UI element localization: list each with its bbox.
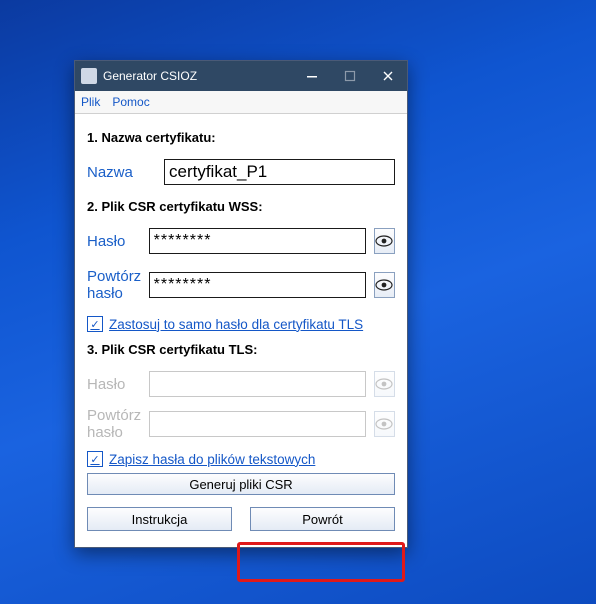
section1-heading: 1. Nazwa certyfikatu: [87,130,395,145]
menu-help[interactable]: Pomoc [112,95,149,109]
tls-password-reveal [374,371,395,397]
checkbox-save-passwords-label: Zapisz hasła do plików tekstowych [109,452,315,467]
form-body: 1. Nazwa certyfikatu: Nazwa 2. Plik CSR … [75,114,407,547]
checkmark-icon: ✓ [87,451,103,467]
highlight-back-button [237,542,405,582]
checkmark-icon: ✓ [87,316,103,332]
generate-csr-button[interactable]: Generuj pliki CSR [87,473,395,495]
wss-password-reveal[interactable] [374,228,395,254]
maximize-button[interactable] [331,61,369,91]
name-input[interactable] [164,159,395,185]
eye-icon [375,378,393,390]
section3-heading: 3. Plik CSR certyfikatu TLS: [87,342,395,357]
back-button[interactable]: Powrót [250,507,395,531]
eye-icon [375,235,393,247]
menu-bar: Plik Pomoc [75,91,407,114]
row-wss-repeat: Powtórz hasło [87,268,395,302]
wss-repeat-input[interactable] [149,272,366,298]
close-icon [382,70,394,82]
menu-file[interactable]: Plik [81,95,100,109]
checkbox-same-tls-label: Zastosuj to samo hasło dla certyfikatu T… [109,317,363,332]
checkbox-save-passwords[interactable]: ✓ Zapisz hasła do plików tekstowych [87,451,395,467]
label-tls-repeat: Powtórz hasło [87,407,149,441]
app-icon [81,68,97,84]
row-tls-password: Hasło [87,371,395,397]
generate-csr-label: Generuj pliki CSR [189,477,292,492]
wss-repeat-reveal[interactable] [374,272,395,298]
app-window: Generator CSIOZ Plik Pomoc 1. Nazwa cert… [74,60,408,548]
row-wss-password: Hasło [87,228,395,254]
wss-password-input[interactable] [149,228,366,254]
window-title: Generator CSIOZ [103,69,293,83]
eye-icon [375,279,393,291]
instruction-label: Instrukcja [132,512,188,527]
footer-buttons: Instrukcja Powrót [87,507,395,531]
tls-repeat-reveal [374,411,395,437]
tls-repeat-input [149,411,366,437]
label-wss-password: Hasło [87,233,149,250]
label-wss-repeat: Powtórz hasło [87,268,149,302]
row-name: Nazwa [87,159,395,185]
maximize-icon [344,70,356,82]
section2-heading: 2. Plik CSR certyfikatu WSS: [87,199,395,214]
instruction-button[interactable]: Instrukcja [87,507,232,531]
window-controls [293,61,407,91]
label-name: Nazwa [87,164,164,181]
title-bar: Generator CSIOZ [75,61,407,91]
minimize-button[interactable] [293,61,331,91]
back-label: Powrót [302,512,342,527]
row-tls-repeat: Powtórz hasło [87,407,395,441]
checkbox-same-tls[interactable]: ✓ Zastosuj to samo hasło dla certyfikatu… [87,316,395,332]
tls-password-input [149,371,366,397]
close-button[interactable] [369,61,407,91]
eye-icon [375,418,393,430]
minimize-icon [306,70,318,82]
label-tls-password: Hasło [87,376,149,393]
